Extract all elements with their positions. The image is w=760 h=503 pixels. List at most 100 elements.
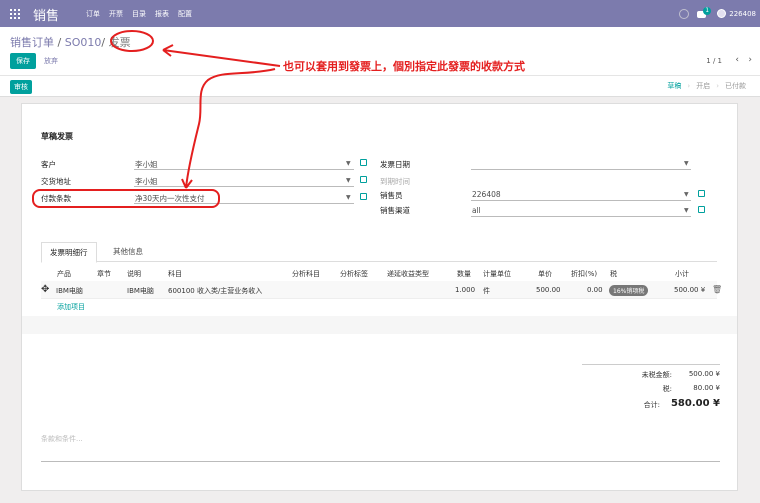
payment-terms-label: 付款条款	[41, 194, 71, 203]
tax-row: 税: 80.00 ¥	[582, 384, 720, 394]
tax-label: 税:	[662, 385, 672, 393]
terms-placeholder: 条款和条件...	[41, 435, 83, 443]
external-link-icon[interactable]	[360, 176, 367, 183]
customer-underline	[134, 169, 354, 170]
breadcrumb-order[interactable]: SO010	[65, 36, 102, 49]
sales-channel-field[interactable]: all	[472, 206, 481, 215]
activity-clock-icon[interactable]	[679, 8, 690, 19]
col-taxes[interactable]: 税	[610, 269, 617, 279]
external-link-icon[interactable]	[360, 159, 367, 166]
chevron-down-icon[interactable]: ▼	[684, 191, 689, 198]
chevron-down-icon[interactable]: ▼	[684, 207, 689, 214]
breadcrumb: 销售订单 / SO010/ 发票	[10, 34, 131, 50]
pager-prev-icon[interactable]: ‹	[735, 55, 739, 65]
breadcrumb-separator: /	[101, 36, 106, 49]
invoice-form-sheet: 草稿发票 客户 李小姐 ▼ 交货地址 李小姐 ▼ 付款条款 净30天内一次性支付…	[21, 103, 738, 491]
tab-other-info[interactable]: 其他信息	[105, 242, 151, 261]
row-discount[interactable]: 0.00	[587, 286, 603, 294]
salesperson-field[interactable]: 226408	[472, 190, 501, 199]
breadcrumb-sales-orders[interactable]: 销售订单	[10, 36, 54, 49]
delivery-underline	[134, 186, 354, 187]
notebook-tabs: 发票明细行 其他信息	[41, 240, 717, 263]
pager-next-icon[interactable]: ›	[748, 55, 752, 65]
sales-channel-underline	[471, 216, 691, 217]
menu-item-catalog[interactable]: 目录	[132, 9, 146, 19]
col-deferred-revenue[interactable]: 递延收益类型	[387, 269, 429, 279]
chevron-down-icon[interactable]: ▼	[346, 177, 351, 184]
col-account[interactable]: 科目	[168, 269, 182, 279]
breadcrumb-separator: /	[57, 36, 62, 49]
row-unit-price[interactable]: 500.00	[536, 286, 561, 294]
row-account[interactable]: 600100 收入类/主营业务收入	[168, 286, 262, 296]
table-row[interactable]: ✥ IBM电脑 IBM电脑 600100 收入类/主营业务收入 1.000 件 …	[41, 281, 722, 299]
add-line-link[interactable]: 添加项目	[57, 302, 85, 312]
user-menu[interactable]: 226408	[717, 9, 756, 18]
status-open: 开启	[696, 82, 711, 90]
delivery-address-label: 交货地址	[41, 177, 71, 186]
row-quantity[interactable]: 1.000	[455, 286, 475, 294]
col-description[interactable]: 说明	[127, 269, 141, 279]
status-paid: 已付款	[725, 82, 746, 90]
drag-handle-icon[interactable]: ✥	[41, 284, 49, 295]
approve-button[interactable]: 审核	[10, 80, 32, 94]
status-bar: 审核 草稿 › 开启 › 已付款	[0, 75, 760, 97]
col-discount[interactable]: 折扣(%)	[571, 269, 597, 279]
col-analytic-account[interactable]: 分析科目	[292, 269, 320, 279]
app-title: 销售	[33, 9, 60, 24]
salesperson-label: 销售员	[380, 191, 403, 200]
form-title: 草稿发票	[41, 132, 73, 141]
menu-item-invoicing[interactable]: 开票	[109, 9, 123, 19]
invoice-date-label: 发票日期	[380, 160, 410, 169]
table-footer-strip	[22, 316, 737, 334]
breadcrumb-current: 发票	[108, 36, 131, 49]
apps-menu-icon[interactable]	[10, 9, 20, 19]
total-row: 合计: 580.00 ¥	[582, 398, 720, 412]
untaxed-row: 未税金额: 500.00 ¥	[582, 370, 720, 380]
col-product[interactable]: 产品	[57, 269, 71, 279]
save-button[interactable]: 保存	[10, 53, 36, 69]
col-section[interactable]: 章节	[97, 269, 111, 279]
chevron-down-icon[interactable]: ▼	[346, 160, 351, 167]
avatar	[717, 9, 727, 18]
total-label: 合计:	[643, 401, 660, 409]
tab-invoice-lines[interactable]: 发票明细行	[41, 242, 97, 263]
tax-badge[interactable]: 16%销项税	[609, 285, 649, 296]
col-analytic-tags[interactable]: 分析标签	[340, 269, 368, 279]
total-value: 580.00 ¥	[670, 398, 720, 409]
row-subtotal: 500.00 ¥	[674, 286, 706, 294]
row-product[interactable]: IBM电脑	[56, 286, 83, 296]
external-link-icon[interactable]	[698, 206, 705, 213]
payment-terms-underline	[134, 203, 354, 204]
external-link-icon[interactable]	[698, 190, 705, 197]
sales-channel-label: 销售渠道	[380, 206, 410, 215]
due-date-label: 到期时间	[380, 177, 410, 186]
customer-label: 客户	[41, 160, 56, 169]
menu-item-reports[interactable]: 报表	[155, 9, 169, 19]
col-uom[interactable]: 计量单位	[483, 269, 511, 279]
notification-badge: 1	[703, 6, 712, 15]
menu-item-orders[interactable]: 订单	[86, 9, 100, 19]
chevron-down-icon[interactable]: ▼	[684, 160, 689, 167]
row-description[interactable]: IBM电脑	[127, 286, 154, 296]
status-draft: 草稿	[667, 82, 682, 90]
pager-value[interactable]: 1 / 1	[706, 57, 722, 65]
annotation-text: 也可以套用到發票上，個別指定此發票的收款方式	[283, 60, 525, 73]
row-uom[interactable]: 件	[483, 286, 490, 296]
discard-button[interactable]: 放弃	[44, 56, 58, 66]
menu-item-config[interactable]: 配置	[178, 9, 192, 19]
salesperson-underline	[471, 200, 691, 201]
col-subtotal[interactable]: 小计	[675, 269, 689, 279]
messages-icon[interactable]: 1	[697, 6, 712, 19]
table-header: 产品 章节 说明 科目 分析科目 分析标签 递延收益类型 数量 计量单位 单价 …	[41, 264, 717, 282]
untaxed-value: 500.00 ¥	[688, 370, 720, 378]
top-navbar: 销售 订单 开票 目录 报表 配置 1 226408	[0, 0, 760, 27]
external-link-icon[interactable]	[360, 193, 367, 200]
col-quantity[interactable]: 数量	[457, 269, 471, 279]
col-unit-price[interactable]: 单价	[538, 269, 552, 279]
chevron-down-icon[interactable]: ▼	[346, 194, 351, 201]
user-name: 226408	[729, 9, 756, 18]
trash-icon[interactable]: 🗑	[712, 285, 722, 294]
main-menu: 订单 开票 目录 报表 配置	[86, 9, 192, 19]
topbar-systray: 1 226408	[679, 0, 760, 27]
terms-textarea[interactable]: 条款和条件...	[41, 434, 720, 462]
